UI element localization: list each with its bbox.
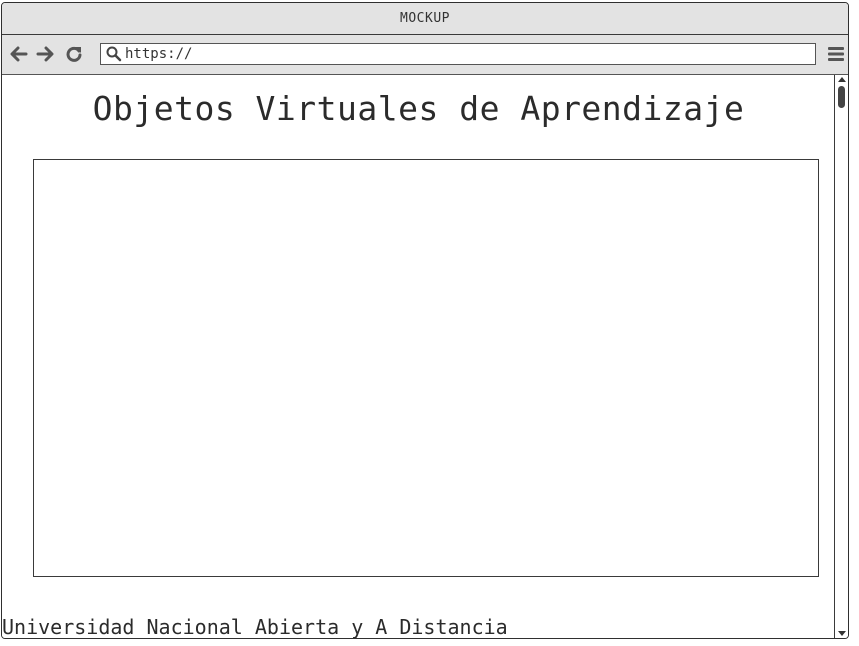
menu-button[interactable] xyxy=(827,45,845,63)
content-frame xyxy=(33,159,819,577)
browser-toolbar xyxy=(2,35,848,75)
reload-icon xyxy=(66,46,82,62)
reload-button[interactable] xyxy=(64,43,84,65)
scroll-down-arrow-icon[interactable] xyxy=(838,631,846,636)
scroll-up-arrow-icon[interactable] xyxy=(838,77,846,82)
browser-window: MOCKUP https:// Objetos Virtuales de Apr… xyxy=(1,2,849,639)
scroll-thumb[interactable] xyxy=(838,86,845,108)
hamburger-menu-icon xyxy=(828,47,844,61)
vertical-scrollbar[interactable] xyxy=(834,75,848,638)
url-input[interactable] xyxy=(125,45,805,63)
back-button[interactable] xyxy=(9,43,29,65)
address-bar[interactable] xyxy=(100,43,816,65)
title-bar: MOCKUP xyxy=(2,3,848,35)
page-content: Objetos Virtuales de Aprendizaje Univers… xyxy=(2,75,835,638)
window-title: MOCKUP xyxy=(400,11,450,26)
arrow-right-icon xyxy=(36,46,54,62)
page-title: Objetos Virtuales de Aprendizaje xyxy=(92,89,745,128)
arrow-left-icon xyxy=(10,46,28,62)
forward-button[interactable] xyxy=(35,43,55,65)
footer-text: Universidad Nacional Abierta y A Distanc… xyxy=(2,615,508,639)
search-icon xyxy=(106,46,122,62)
